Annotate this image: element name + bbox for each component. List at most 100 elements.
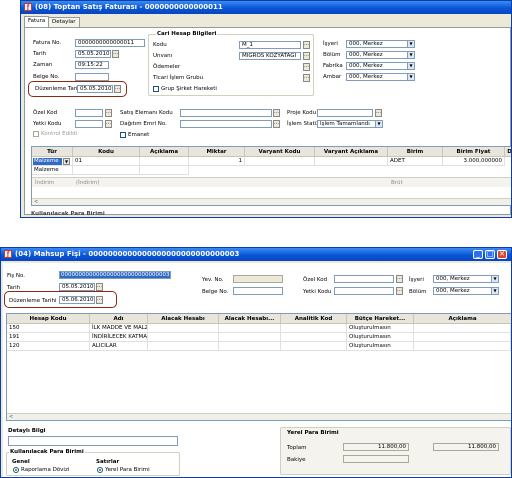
row2-aciklama-cell[interactable] <box>414 333 511 342</box>
yerel-para-birimi-radio[interactable] <box>97 467 103 473</box>
satis-elemani-field[interactable] <box>180 109 272 117</box>
fatura-no-field[interactable]: 0000000000000011 <box>75 39 145 47</box>
col-header-birim-fiyat[interactable]: Birim Fiyat <box>443 147 505 157</box>
mahsup-ozel-kod-lookup-button[interactable]: … <box>396 275 403 283</box>
proje-kodu-field[interactable] <box>317 109 373 117</box>
row2-alacak2-cell[interactable] <box>219 333 281 342</box>
zaman-field[interactable]: 09:15:22 <box>75 61 109 69</box>
col-header-aciklama[interactable]: Açıklama <box>140 147 189 157</box>
maximize-button[interactable]: □ <box>485 250 495 259</box>
scroll-left-icon[interactable]: < <box>9 414 13 420</box>
row1-miktar-cell[interactable]: 1 <box>189 157 245 166</box>
horizontal-scrollbar[interactable]: < <box>7 413 511 420</box>
col-header-analitik-kod[interactable]: Analitik Kod <box>281 314 347 324</box>
ambar-select[interactable]: 000, Merkez ▼ <box>346 73 415 81</box>
col-header-birim[interactable]: Birim <box>388 147 443 157</box>
row2-analitik-cell[interactable] <box>281 333 347 342</box>
chevron-down-icon[interactable]: ▼ <box>63 158 70 165</box>
row3-aciklama-cell[interactable] <box>414 342 511 351</box>
mahsup-bolum-select[interactable]: 000, Merkez ▼ <box>433 287 499 295</box>
mahsup-ozel-kod-field[interactable] <box>334 275 394 283</box>
close-button[interactable]: ✕ <box>497 250 507 259</box>
grup-sirket-checkbox[interactable] <box>153 86 159 92</box>
row1-alacak2-cell[interactable] <box>219 324 281 333</box>
row1-birim-fiyat-cell[interactable]: 3.000,000000 <box>443 157 505 166</box>
tab-fatura[interactable]: Fatura <box>24 16 50 27</box>
row1-varyant-aciklama-cell[interactable] <box>315 157 388 166</box>
col-header-adi[interactable]: Adı <box>90 314 148 324</box>
col-header-miktar[interactable]: Miktar <box>189 147 245 157</box>
dagitim-emri-field[interactable] <box>180 120 272 128</box>
fabrika-select[interactable]: 000, Merkez ▼ <box>346 62 415 70</box>
kontrol-edildi-checkbox[interactable] <box>33 131 39 137</box>
mahsup-tarih-picker-button[interactable]: … <box>96 283 103 291</box>
scroll-left-icon[interactable]: < <box>34 199 38 205</box>
row2-hesap-kodu-cell[interactable]: 191 <box>7 333 90 342</box>
emanet-checkbox[interactable] <box>120 132 126 138</box>
row2-kodu-cell[interactable] <box>73 166 140 175</box>
unvani-field[interactable]: MİGROS KOZYATAĞI <box>239 52 301 60</box>
col-header-kodu[interactable]: Kodu <box>73 147 140 157</box>
yetki-kodu-field[interactable] <box>75 120 103 128</box>
row1-butce-cell[interactable]: Oluşturulmasın <box>347 324 414 333</box>
mahsup-yetki-kodu-field[interactable] <box>334 287 394 295</box>
row2-adi-cell[interactable]: İNDİRİLECEK KATMA <box>90 333 148 342</box>
row1-analitik-cell[interactable] <box>281 324 347 333</box>
col-header-alacak-hesabi[interactable]: Alacak Hesabı <box>148 314 219 324</box>
row1-varyant-kodu-cell[interactable] <box>245 157 315 166</box>
dagitim-emri-lookup-button[interactable]: … <box>273 120 280 128</box>
yetki-kodu-lookup-button[interactable]: … <box>105 120 112 128</box>
row2-aciklama-cell[interactable] <box>140 166 189 175</box>
tarih-picker-button[interactable]: … <box>112 50 119 58</box>
odemeler-lookup-button[interactable]: … <box>303 63 310 71</box>
col-header-aciklama[interactable]: Açıklama <box>414 314 511 324</box>
row1-tur-cell[interactable]: Malzeme ▼ <box>32 157 73 166</box>
belge-no-field[interactable] <box>75 73 109 81</box>
col-header-varyant-aciklama[interactable]: Varyant Açıklama <box>315 147 388 157</box>
col-header-d[interactable]: D <box>505 147 511 157</box>
col-header-alacak-hesabi-2[interactable]: Alacak Hesabı... <box>219 314 281 324</box>
col-header-varyant-kodu[interactable]: Varyant Kodu <box>245 147 315 157</box>
row2-alacak-cell[interactable] <box>148 333 219 342</box>
proje-kodu-lookup-button[interactable]: … <box>375 109 382 117</box>
horizontal-scrollbar[interactable]: < <box>32 198 511 205</box>
tab-detaylar[interactable]: Detaylar <box>48 17 80 27</box>
ticari-islem-lookup-button[interactable]: … <box>303 74 310 82</box>
row3-adi-cell[interactable]: ALICILAR <box>90 342 148 351</box>
isyeri-select[interactable]: 000, Merkez ▼ <box>346 40 415 48</box>
row1-adi-cell[interactable]: İLK MADDE VE MALZ <box>90 324 148 333</box>
ozel-kod-lookup-button[interactable]: … <box>105 109 112 117</box>
bolum-select[interactable]: 000, Merkez ▼ <box>346 51 415 59</box>
mahsup-isyeri-select[interactable]: 000, Merkez ▼ <box>433 275 499 283</box>
row1-birim-cell[interactable]: ADET <box>388 157 443 166</box>
mahsup-belge-no-field[interactable] <box>233 287 283 295</box>
row3-butce-cell[interactable]: Oluşturulmasın <box>347 342 414 351</box>
islem-statusu-select[interactable]: İşlem Tamamlandı ▼ <box>317 120 383 128</box>
row3-alacak2-cell[interactable] <box>219 342 281 351</box>
mahsup-yetki-kodu-lookup-button[interactable]: … <box>396 287 403 295</box>
row1-aciklama-cell[interactable] <box>140 157 189 166</box>
row2-butce-cell[interactable]: Oluşturulmasın <box>347 333 414 342</box>
cari-kodu-lookup-button[interactable]: … <box>303 41 310 49</box>
row3-hesap-kodu-cell[interactable]: 120 <box>7 342 90 351</box>
satis-elemani-lookup-button[interactable]: … <box>273 109 280 117</box>
row2-tur-cell[interactable]: Malzeme <box>32 166 73 175</box>
ozel-kod-field[interactable] <box>75 109 103 117</box>
fis-no-field[interactable]: 0000000000000000000000000000003 <box>59 271 171 279</box>
raporlama-dovizi-radio[interactable] <box>13 467 19 473</box>
cari-kodu-field[interactable]: M_1 <box>239 41 301 49</box>
row1-kodu-cell[interactable]: 01 <box>73 157 140 166</box>
row1-hesap-kodu-cell[interactable]: 150 <box>7 324 90 333</box>
tarih-field[interactable]: 05.05.2010 <box>75 50 111 58</box>
minimize-button[interactable]: _ <box>473 250 483 259</box>
col-header-hesap-kodu[interactable]: Hesap Kodu <box>7 314 90 324</box>
col-header-butce-hareket[interactable]: Bütçe Hareket... <box>347 314 414 324</box>
row1-aciklama-cell[interactable] <box>414 324 511 333</box>
row3-alacak-cell[interactable] <box>148 342 219 351</box>
mahsup-tarih-field[interactable]: 05.05.2010 <box>59 283 95 291</box>
col-header-tur[interactable]: Tür <box>32 147 73 157</box>
mahsup-fisi-titlebar[interactable]: ƒ (04) Mahsup Fişi - 0000000000000000000… <box>1 248 511 261</box>
detayli-bilgi-field[interactable] <box>8 436 178 446</box>
row1-alacak-cell[interactable] <box>148 324 219 333</box>
sales-invoice-titlebar[interactable]: ƒ (08) Toptan Satış Faturası - 000000000… <box>21 1 511 14</box>
